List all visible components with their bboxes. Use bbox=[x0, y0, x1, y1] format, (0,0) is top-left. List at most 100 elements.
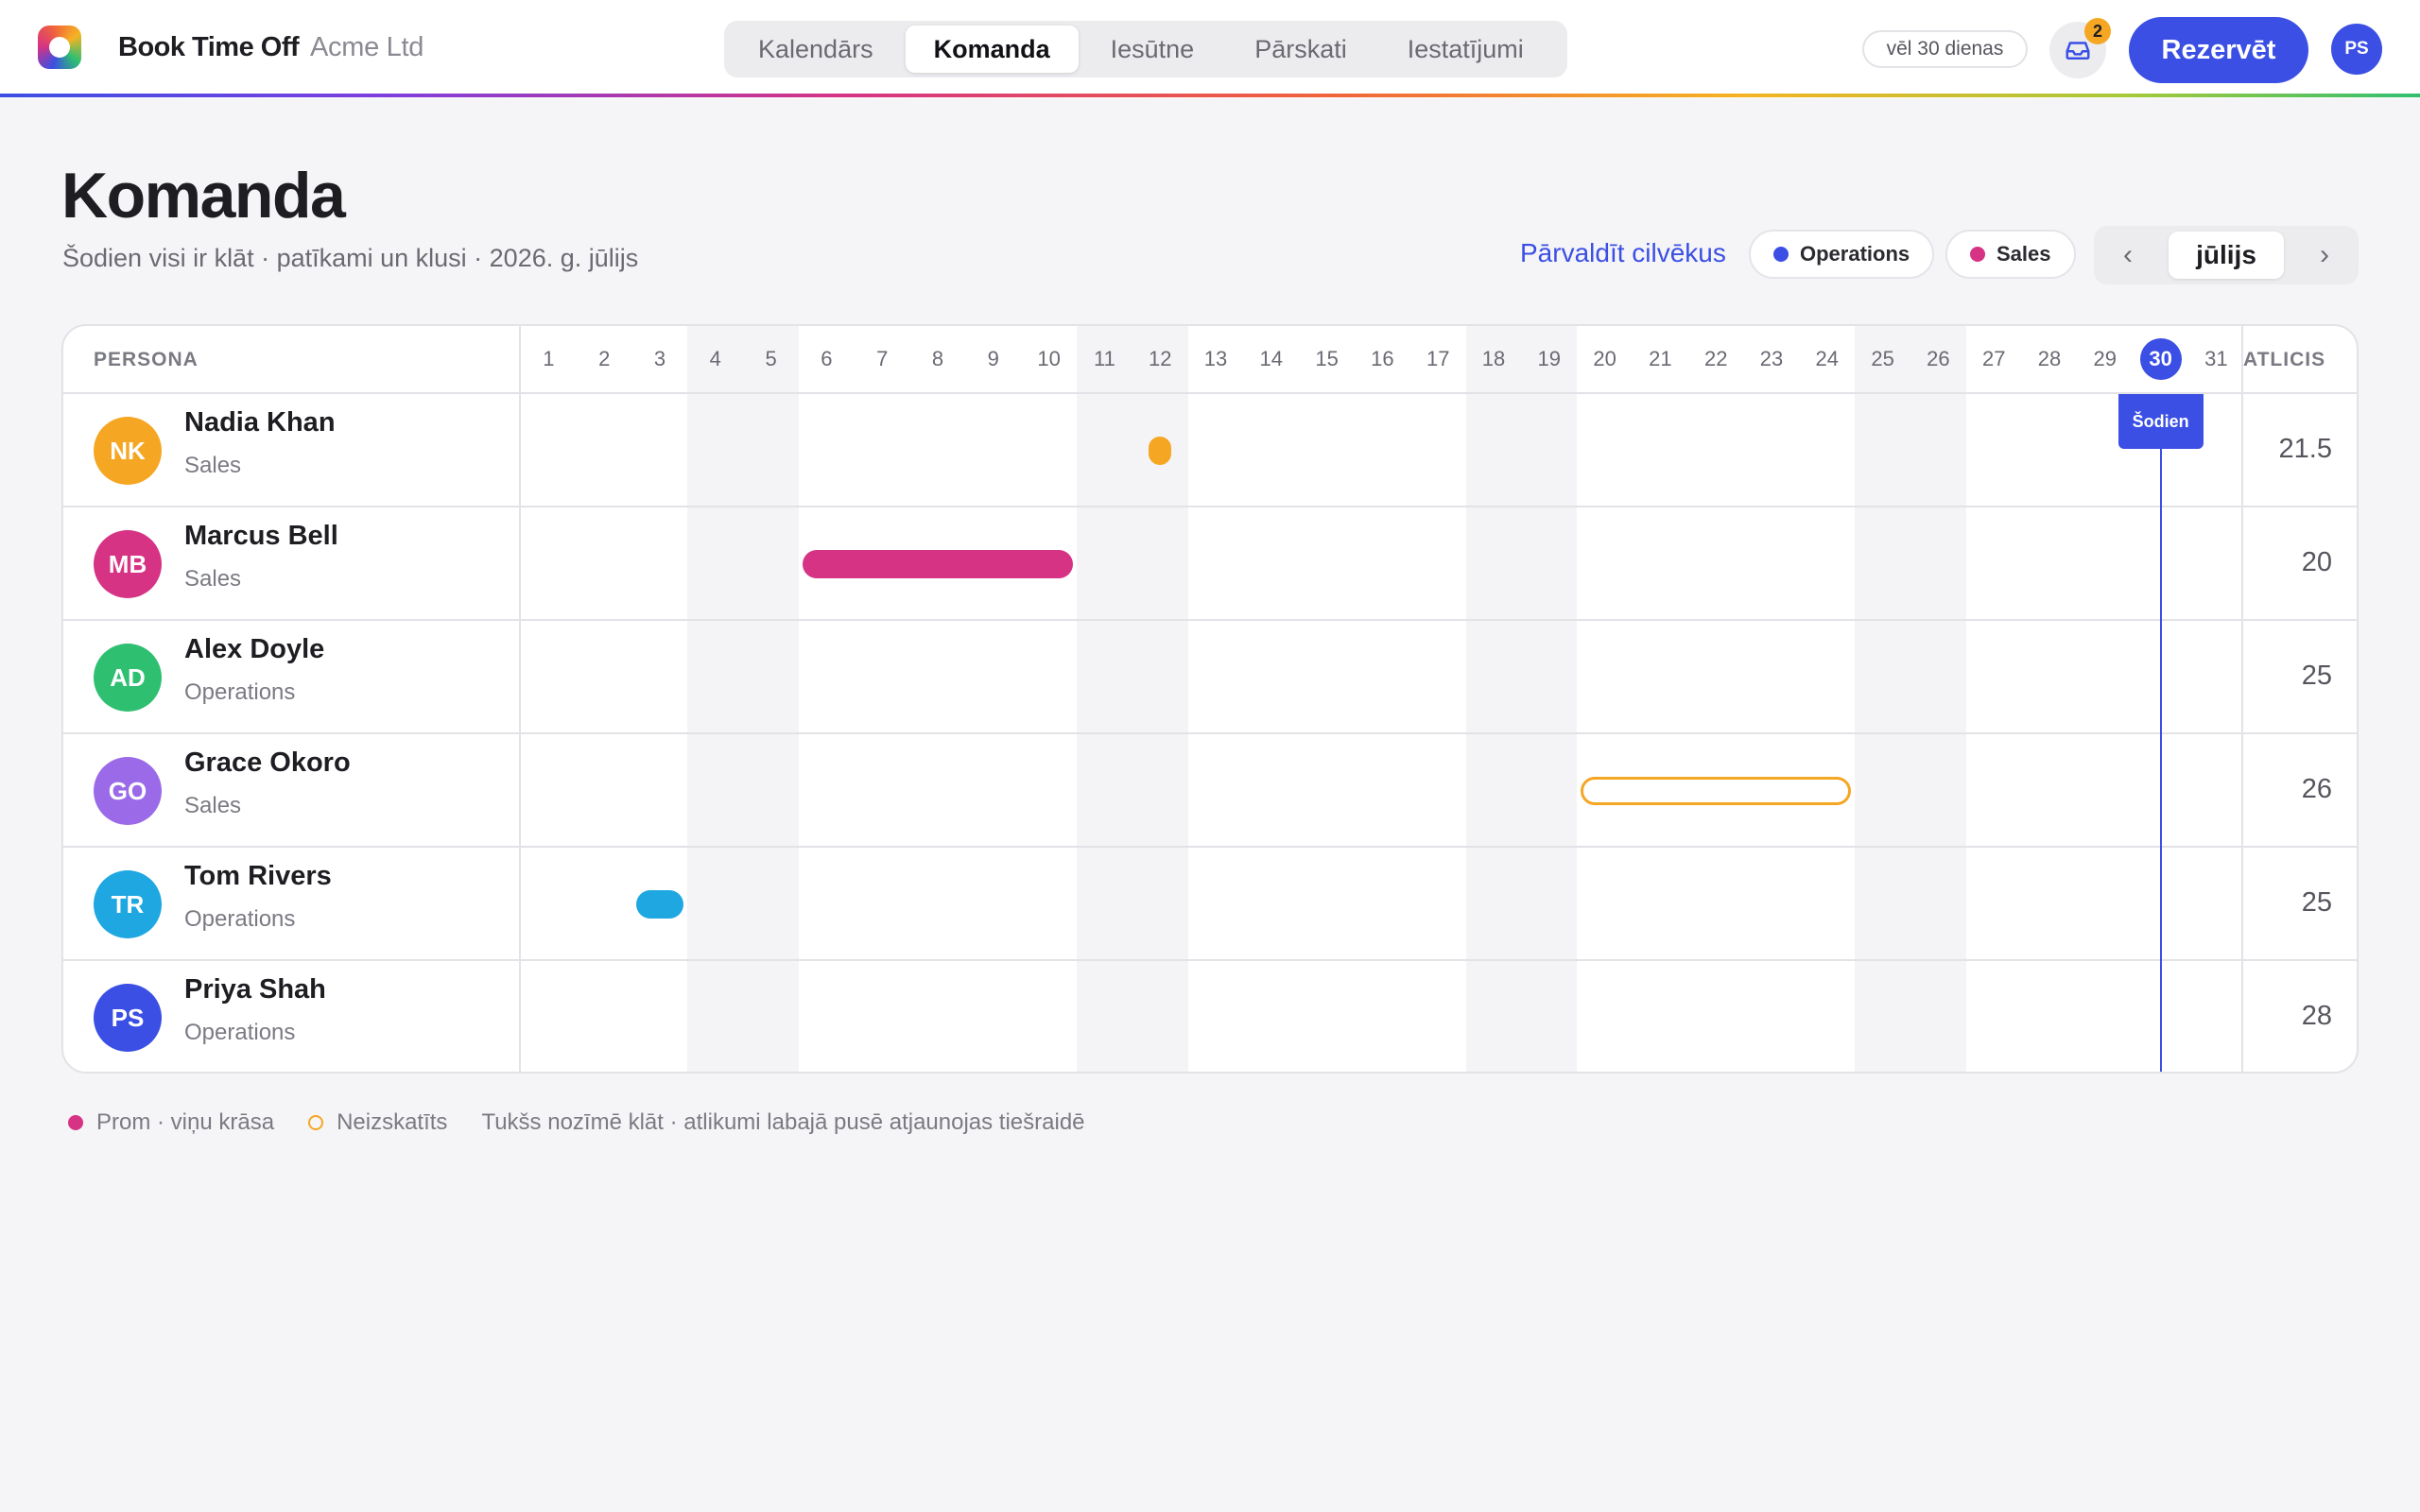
next-month-button[interactable]: › bbox=[2296, 232, 2353, 279]
person-team: Sales bbox=[184, 793, 242, 818]
sales-dot bbox=[1970, 247, 1985, 262]
manage-people-link[interactable]: Pārvaldīt cilvēkus bbox=[1520, 238, 1726, 268]
remaining-days: 28 bbox=[2301, 1001, 2332, 1031]
away-legend-dot bbox=[68, 1115, 83, 1130]
day-number: 4 bbox=[709, 347, 721, 370]
remaining-days: 26 bbox=[2301, 774, 2332, 804]
tab-calendar[interactable]: Kalendārs bbox=[730, 26, 902, 73]
day-number: 12 bbox=[1148, 347, 1172, 370]
leave-bar[interactable] bbox=[803, 550, 1073, 578]
tab-reports[interactable]: Pārskati bbox=[1226, 26, 1375, 73]
pending-legend-ring bbox=[308, 1115, 324, 1130]
filter-chip-label: Operations bbox=[1800, 242, 1910, 266]
person-avatar: NK bbox=[94, 417, 162, 485]
day-number: 23 bbox=[1759, 347, 1784, 370]
page-subtitle: Šodien visi ir klāt · patīkami un klusi … bbox=[62, 244, 639, 272]
legend: Prom · viņu krāsa Neizskatīts Tukšs nozī… bbox=[68, 1109, 1085, 1136]
day-number-today: 30 bbox=[2139, 338, 2182, 380]
person-team: Sales bbox=[184, 453, 242, 478]
person-row[interactable]: NK Nadia Khan Sales 21.5 bbox=[63, 394, 2357, 507]
tab-team[interactable]: Komanda bbox=[905, 26, 1079, 73]
day-number: 14 bbox=[1259, 347, 1284, 370]
page-title: Komanda bbox=[61, 160, 346, 232]
day-number: 1 bbox=[543, 347, 555, 370]
day-number: 31 bbox=[2204, 347, 2228, 370]
book-button[interactable]: Rezervēt bbox=[2129, 17, 2308, 83]
person-name[interactable]: Grace Okoro bbox=[184, 747, 351, 779]
day-number: 5 bbox=[765, 347, 777, 370]
person-team: Operations bbox=[184, 1020, 296, 1045]
day-number: 18 bbox=[1481, 347, 1506, 370]
person-column-header: PERSONA bbox=[94, 349, 199, 370]
inbox-count-badge: 2 bbox=[2084, 18, 2111, 44]
day-number: 22 bbox=[1703, 347, 1728, 370]
accent-stripe bbox=[0, 94, 2420, 97]
top-bar: Book Time Off Acme Ltd Kalendārs Komanda… bbox=[0, 0, 2420, 98]
person-row[interactable]: AD Alex Doyle Operations 25 bbox=[63, 621, 2357, 734]
person-team: Operations bbox=[184, 906, 296, 932]
person-name[interactable]: Priya Shah bbox=[184, 974, 326, 1005]
filter-chip-label: Sales bbox=[1996, 242, 2051, 266]
person-name[interactable]: Tom Rivers bbox=[184, 861, 332, 892]
day-number: 13 bbox=[1203, 347, 1228, 370]
day-number: 21 bbox=[1649, 347, 1672, 370]
trial-badge: vēl 30 dienas bbox=[1862, 30, 2028, 68]
app-name: Book Time Off bbox=[118, 32, 300, 62]
person-avatar: GO bbox=[94, 757, 162, 825]
day-number: 3 bbox=[653, 347, 666, 370]
remaining-column-header: ATLICIS bbox=[2243, 349, 2326, 370]
today-label: Šodien bbox=[2118, 394, 2204, 449]
person-row[interactable]: PS Priya Shah Operations 28 bbox=[63, 961, 2357, 1072]
day-number: 11 bbox=[1093, 347, 1115, 370]
remaining-days: 21.5 bbox=[2278, 434, 2332, 464]
tab-settings[interactable]: Iestatījumi bbox=[1379, 26, 1552, 73]
pending-leave-bar[interactable] bbox=[1581, 777, 1852, 805]
grid-header-row: PERSONA ATLICIS 1 2 3 4 5 6 7 8 9 10 11 12 13 14 15 16 1… bbox=[63, 326, 2357, 394]
day-number: 29 bbox=[2093, 347, 2118, 370]
person-name[interactable]: Alex Doyle bbox=[184, 634, 324, 665]
day-number: 2 bbox=[598, 347, 611, 370]
today-indicator-line bbox=[2159, 394, 2162, 1072]
day-number: 7 bbox=[876, 347, 889, 370]
app-logo-icon[interactable] bbox=[38, 26, 81, 69]
person-avatar: MB bbox=[94, 530, 162, 598]
prev-month-button[interactable]: ‹ bbox=[2100, 232, 2156, 279]
day-number: 24 bbox=[1815, 347, 1840, 370]
user-avatar[interactable]: PS bbox=[2331, 24, 2382, 75]
person-team: Operations bbox=[184, 679, 296, 705]
legend-note: Tukšs nozīmē klāt · atlikumi labajā pusē… bbox=[481, 1109, 1085, 1135]
person-team: Sales bbox=[184, 566, 242, 592]
org-name: Acme Ltd bbox=[310, 32, 424, 62]
day-number: 26 bbox=[1927, 347, 1950, 370]
day-number: 28 bbox=[2037, 347, 2062, 370]
operations-dot bbox=[1773, 247, 1789, 262]
day-number: 9 bbox=[987, 347, 999, 370]
day-number: 6 bbox=[821, 347, 833, 370]
person-row[interactable]: GO Grace Okoro Sales 26 bbox=[63, 734, 2357, 848]
team-calendar-grid: PERSONA ATLICIS 1 2 3 4 5 6 7 8 9 10 11 12 13 14 15 16 1… bbox=[61, 324, 2359, 1074]
main-nav: Kalendārs Komanda Iesūtne Pārskati Iesta… bbox=[724, 21, 1567, 77]
leave-bar[interactable] bbox=[635, 890, 684, 919]
remaining-days: 25 bbox=[2301, 661, 2332, 691]
person-row[interactable]: MB Marcus Bell Sales 20 bbox=[63, 507, 2357, 621]
person-row[interactable]: TR Tom Rivers Operations 25 bbox=[63, 848, 2357, 961]
day-number: 8 bbox=[931, 347, 944, 370]
legend-pending: Neizskatīts bbox=[337, 1109, 448, 1135]
remaining-days: 20 bbox=[2301, 547, 2332, 577]
person-avatar: TR bbox=[94, 870, 162, 938]
day-number: 10 bbox=[1037, 347, 1061, 370]
day-number: 16 bbox=[1371, 347, 1394, 370]
day-number: 25 bbox=[1871, 347, 1894, 370]
half-day-leave-marker[interactable] bbox=[1149, 437, 1172, 465]
filter-chip-sales[interactable]: Sales bbox=[1945, 230, 2076, 279]
person-name[interactable]: Marcus Bell bbox=[184, 521, 338, 552]
tab-inbox[interactable]: Iesūtne bbox=[1082, 26, 1223, 73]
month-switcher: ‹ jūlijs › bbox=[2094, 226, 2359, 284]
filter-chip-operations[interactable]: Operations bbox=[1749, 230, 1935, 279]
day-number: 20 bbox=[1593, 347, 1616, 370]
remaining-days: 25 bbox=[2301, 887, 2332, 918]
person-avatar: AD bbox=[94, 644, 162, 712]
person-name[interactable]: Nadia Khan bbox=[184, 407, 336, 438]
day-number: 27 bbox=[1981, 347, 2006, 370]
person-avatar: PS bbox=[94, 984, 162, 1052]
